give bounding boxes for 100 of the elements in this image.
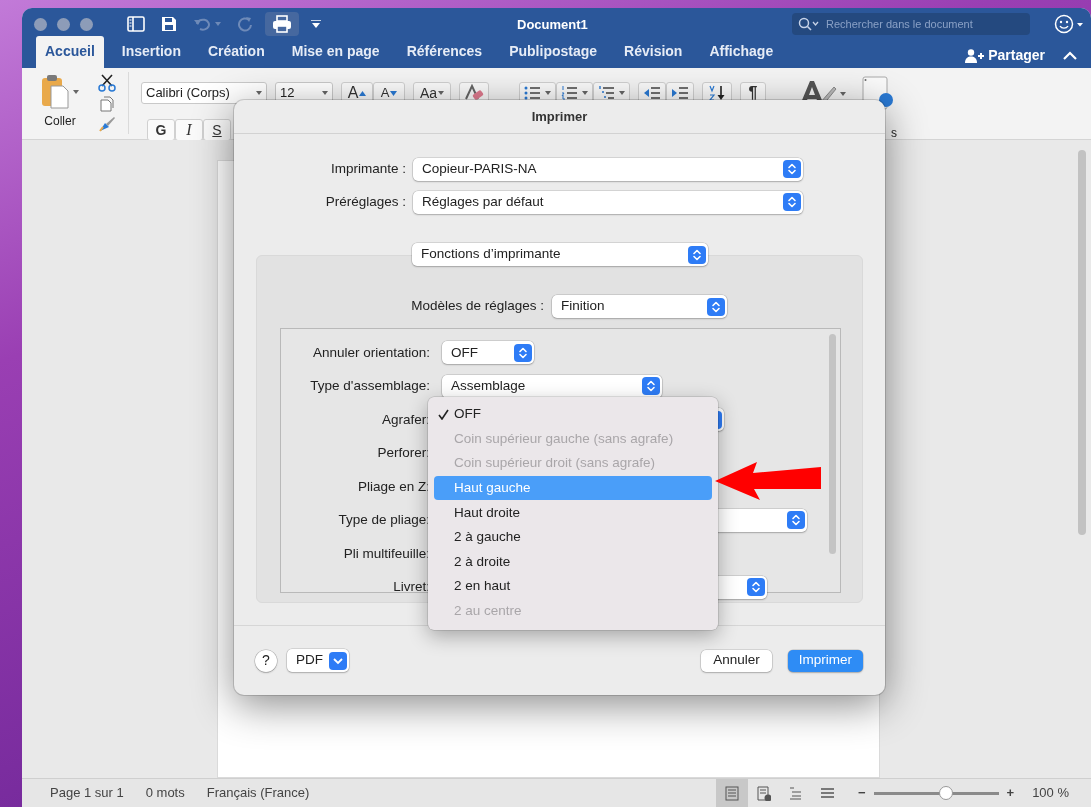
presets-select[interactable]: Réglages par défaut	[413, 190, 803, 214]
draft-icon	[820, 785, 836, 801]
sidebar-icon	[127, 16, 145, 32]
option-select[interactable]: OFF	[442, 341, 534, 365]
feature-set-select[interactable]: Finition	[552, 295, 727, 318]
menu-item: 2 au centre	[453, 601, 523, 620]
clipboard-icon	[40, 74, 80, 110]
section-select[interactable]: Fonctions d’imprimante	[412, 243, 708, 266]
stepper-icon	[642, 377, 660, 396]
web-layout-icon	[756, 785, 772, 801]
stepper-icon	[783, 193, 801, 211]
printer-select[interactable]: Copieur-PARIS-NA	[413, 157, 803, 181]
zoom-out-button[interactable]: −	[857, 783, 866, 803]
caret-icon	[329, 651, 347, 670]
stepper-icon	[783, 160, 801, 178]
menu-item: Coin supérieur droit (sans agrafe)	[453, 454, 657, 473]
slider-thumb[interactable]	[939, 786, 954, 800]
language-label: Français (France)	[206, 784, 310, 803]
ribbon-tab[interactable]: Insertion	[112, 36, 190, 68]
menu-item: Coin supérieur gauche (sans agrafe)	[453, 429, 675, 448]
outline-icon	[788, 785, 804, 801]
field-label: Type d'assemblage:	[309, 377, 430, 396]
ribbon-tab[interactable]: Références	[397, 36, 492, 68]
down-triangle-icon	[390, 90, 398, 96]
person-plus-icon	[965, 48, 986, 63]
ribbon-tab[interactable]: Publipostage	[500, 36, 607, 68]
ribbon-tab[interactable]: Affichage	[700, 36, 783, 68]
redo-icon	[237, 16, 253, 32]
field-label: Imprimante :	[329, 159, 406, 178]
caret-icon	[311, 20, 321, 28]
copy-icon[interactable]	[100, 96, 114, 112]
view-button[interactable]	[715, 779, 748, 807]
paste-label: Coller	[44, 113, 76, 130]
zoom-in-button[interactable]: +	[1006, 783, 1015, 803]
eraser-icon	[464, 84, 484, 102]
caret-icon	[215, 22, 221, 26]
word-count: 0 mots	[145, 784, 185, 803]
multilevel-list-icon	[598, 85, 615, 101]
caret-icon	[582, 91, 588, 95]
ribbon-tab[interactable]: Révision	[615, 36, 692, 68]
scrollbar[interactable]	[1078, 150, 1086, 535]
zoom-percentage: 100 %	[1032, 784, 1069, 803]
scrollbar[interactable]	[829, 334, 836, 554]
field-label: Modèles de réglages :	[410, 297, 544, 316]
save-icon	[161, 16, 177, 32]
window-title: Document1	[517, 16, 588, 34]
sort-icon	[707, 84, 727, 102]
bold-button[interactable]: G	[147, 119, 175, 141]
ribbon-tab[interactable]: Création	[198, 36, 274, 68]
search-field[interactable]: Rechercher dans le document	[792, 13, 1030, 35]
field-label: Annuler orientation:	[311, 343, 430, 362]
up-triangle-icon	[359, 90, 367, 96]
stepper-icon	[688, 245, 706, 264]
menu-item[interactable]: 2 à droite	[434, 549, 712, 575]
pdf-button[interactable]: PDF	[287, 649, 349, 672]
caret-icon	[545, 91, 551, 95]
search-input[interactable]: Rechercher dans le document	[824, 14, 1024, 34]
field-label: Préréglages :	[324, 192, 406, 211]
field-label: Perforer:	[376, 444, 430, 463]
scissors-icon[interactable]	[98, 74, 116, 92]
caret-icon	[256, 91, 262, 95]
underline-button[interactable]: S	[203, 119, 231, 141]
dialog-title: Imprimer	[234, 100, 885, 134]
collapse-ribbon-icon[interactable]	[1063, 51, 1077, 60]
ribbon-label: s	[891, 125, 897, 142]
close-button[interactable]	[34, 17, 47, 31]
numbered-list-icon	[561, 85, 578, 101]
italic-button[interactable]: I	[175, 119, 203, 141]
field-label: Livret:	[392, 578, 430, 597]
page-count: Page 1 sur 1	[50, 784, 124, 803]
ribbon-tab[interactable]: Accueil	[36, 36, 104, 68]
caret-icon	[619, 91, 625, 95]
minimize-button[interactable]	[57, 17, 70, 31]
font-name-field[interactable]: Calibri (Corps)	[141, 82, 267, 104]
paintbrush-icon[interactable]	[98, 116, 116, 132]
field-label: Type de pliage:	[337, 511, 430, 530]
print-layout-icon	[724, 785, 740, 801]
menu-item[interactable]: Haut droite	[434, 500, 712, 525]
menu-item[interactable]: OFF	[434, 402, 712, 427]
zoom-button[interactable]	[80, 17, 93, 31]
undo-icon	[193, 17, 211, 31]
smiley-icon	[1054, 14, 1084, 34]
increase-indent-icon	[671, 86, 689, 100]
stepper-icon	[707, 297, 725, 316]
cancel-button[interactable]: Annuler	[701, 649, 772, 672]
search-icon	[798, 17, 820, 31]
caret-icon	[438, 91, 445, 95]
decrease-indent-icon	[643, 86, 661, 100]
help-button[interactable]: ?	[255, 649, 277, 672]
caret-icon	[322, 91, 328, 95]
field-label: Pli multifeuille:	[342, 544, 430, 563]
menu-item[interactable]: 2 à gauche	[434, 524, 712, 550]
print-button[interactable]	[265, 12, 299, 36]
menu-item[interactable]: 2 en haut	[434, 574, 712, 599]
option-select[interactable]: Assemblage	[442, 374, 662, 398]
stepper-icon	[514, 343, 532, 362]
bullet-list-icon	[524, 85, 541, 101]
field-label: Agrafer:	[380, 410, 430, 429]
ribbon-tab[interactable]: Mise en page	[282, 36, 389, 68]
share-button[interactable]: Partager	[965, 45, 1045, 66]
